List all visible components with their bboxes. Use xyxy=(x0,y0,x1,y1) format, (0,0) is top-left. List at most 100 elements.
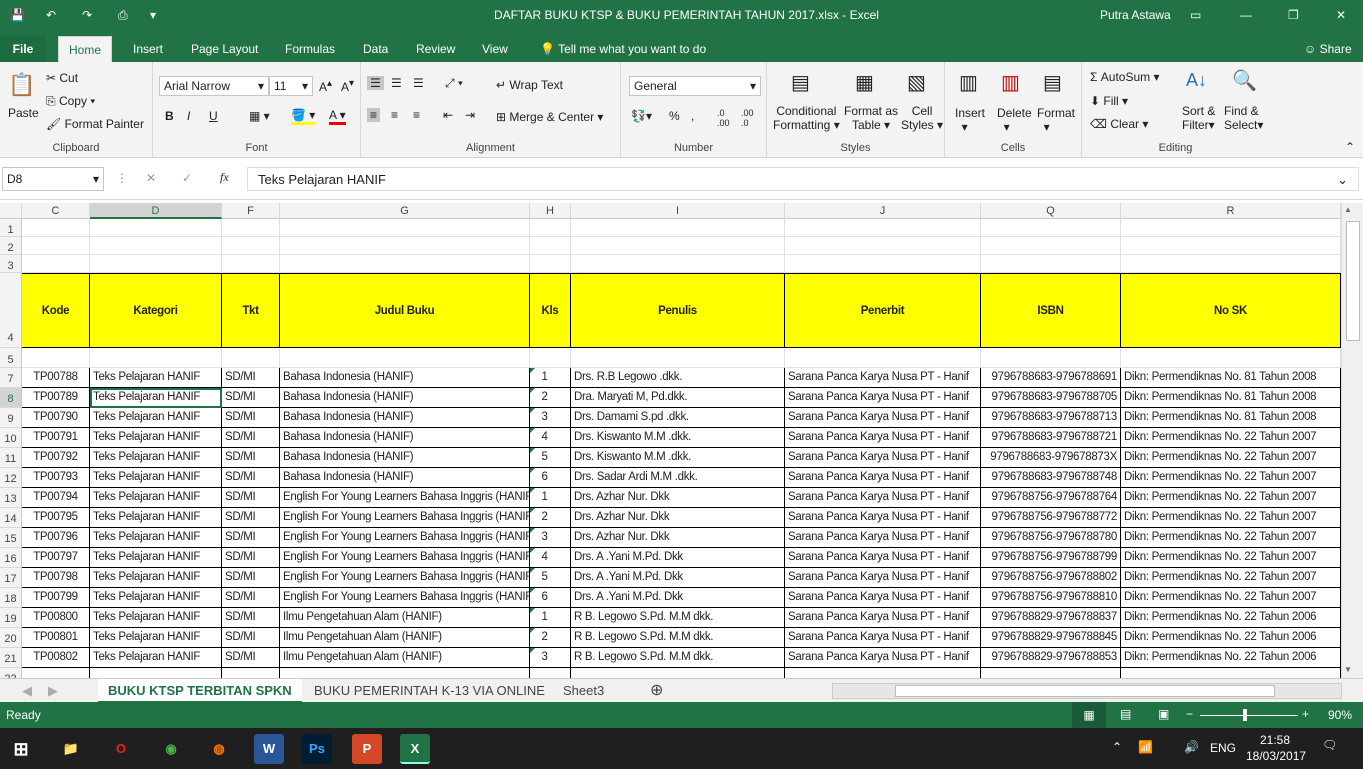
row-header-10[interactable]: 10 xyxy=(0,428,22,448)
header-cell[interactable]: Judul Buku xyxy=(280,273,530,348)
conditional-formatting-button[interactable]: Conditional Formatting ▾ xyxy=(773,104,840,132)
table-cell[interactable]: Sarana Panca Karya Nusa PT - Hanif xyxy=(785,508,981,528)
normal-view-icon[interactable]: ▦ xyxy=(1072,702,1106,728)
undo-icon[interactable]: ↶ xyxy=(46,8,56,22)
paste-button[interactable]: Paste xyxy=(8,106,39,120)
table-cell[interactable]: 9796788756-9796788772 xyxy=(981,508,1121,528)
increase-font-icon[interactable]: A▴ xyxy=(319,78,332,94)
table-cell[interactable]: SD/MI xyxy=(222,528,280,548)
cell[interactable] xyxy=(571,237,785,255)
table-cell[interactable]: Teks Pelajaran HANIF xyxy=(90,628,222,648)
cut-button[interactable]: ✂ Cut xyxy=(46,71,78,85)
comma-icon[interactable]: , xyxy=(691,109,694,123)
table-cell[interactable]: Dikn: Permendiknas No. 22 Tahun 2007 xyxy=(1121,508,1341,528)
table-cell[interactable]: 9796788829-9796788837 xyxy=(981,608,1121,628)
cell[interactable] xyxy=(785,255,981,273)
table-cell[interactable]: SD/MI xyxy=(222,488,280,508)
cell[interactable] xyxy=(530,219,571,237)
cell[interactable] xyxy=(1121,348,1341,368)
underline-button[interactable]: U xyxy=(209,109,218,123)
table-cell[interactable]: TP00801 xyxy=(22,628,90,648)
table-cell[interactable]: 3 xyxy=(530,408,571,428)
cell[interactable] xyxy=(22,348,90,368)
table-cell[interactable]: Sarana Panca Karya Nusa PT - Hanif xyxy=(785,588,981,608)
table-cell[interactable]: TP00790 xyxy=(22,408,90,428)
table-cell[interactable]: Teks Pelajaran HANIF xyxy=(90,368,222,388)
table-cell[interactable]: 5 xyxy=(530,568,571,588)
table-cell[interactable]: Teks Pelajaran HANIF xyxy=(90,468,222,488)
cell[interactable] xyxy=(280,237,530,255)
table-cell[interactable]: Sarana Panca Karya Nusa PT - Hanif xyxy=(785,628,981,648)
table-cell[interactable]: 1 xyxy=(530,368,571,388)
table-cell[interactable]: SD/MI xyxy=(222,648,280,668)
table-cell[interactable]: 6 xyxy=(530,588,571,608)
table-cell[interactable]: Ilmu Pengetahuan Alam (HANIF) xyxy=(280,608,530,628)
cell[interactable] xyxy=(571,255,785,273)
zoom-slider-thumb[interactable] xyxy=(1243,709,1247,721)
orientation-icon[interactable]: ⤢ ▾ xyxy=(445,76,463,91)
table-cell[interactable]: 9796788756-9796788810 xyxy=(981,588,1121,608)
table-cell[interactable]: English For Young Learners Bahasa Inggri… xyxy=(280,588,530,608)
delete-button[interactable]: Delete ▾ xyxy=(997,106,1032,134)
column-header-J[interactable]: J xyxy=(785,203,981,219)
row-header-3[interactable]: 3 xyxy=(0,255,22,273)
table-cell[interactable]: SD/MI xyxy=(222,608,280,628)
table-cell[interactable]: SD/MI xyxy=(222,408,280,428)
vertical-scroll-thumb[interactable] xyxy=(1346,221,1360,341)
redo-icon[interactable]: ↷ xyxy=(82,8,92,22)
table-cell[interactable]: Bahasa Indonesia (HANIF) xyxy=(280,448,530,468)
table-cell[interactable]: Teks Pelajaran HANIF xyxy=(90,548,222,568)
borders-icon[interactable]: ▦ ▾ xyxy=(249,109,270,123)
table-cell[interactable]: TP00789 xyxy=(22,388,90,408)
cell-styles-button[interactable]: Cell Styles ▾ xyxy=(901,104,943,132)
row-header-8[interactable]: 8 xyxy=(0,388,22,408)
row-header-18[interactable]: 18 xyxy=(0,588,22,608)
table-cell[interactable]: Drs. A .Yani M.Pd. Dkk xyxy=(571,588,785,608)
cell[interactable] xyxy=(280,348,530,368)
insert-button[interactable]: Insert ▾ xyxy=(955,106,985,134)
row-header-19[interactable]: 19 xyxy=(0,608,22,628)
cell[interactable] xyxy=(280,219,530,237)
tab-home[interactable]: Home xyxy=(58,36,113,62)
table-cell[interactable]: Dikn: Permendiknas No. 22 Tahun 2007 xyxy=(1121,468,1341,488)
table-cell[interactable]: English For Young Learners Bahasa Inggri… xyxy=(280,488,530,508)
table-cell[interactable] xyxy=(1121,668,1341,678)
table-cell[interactable] xyxy=(981,668,1121,678)
table-cell[interactable]: Sarana Panca Karya Nusa PT - Hanif xyxy=(785,448,981,468)
cell[interactable] xyxy=(981,348,1121,368)
cell[interactable] xyxy=(22,237,90,255)
cell[interactable] xyxy=(785,219,981,237)
ribbon-display-icon[interactable]: ▭ xyxy=(1190,8,1201,22)
file-explorer-icon[interactable]: 📁 xyxy=(56,734,86,764)
increase-decimal-icon[interactable]: .0.00 xyxy=(717,108,730,128)
cell[interactable] xyxy=(571,219,785,237)
sheet-tab-buku-pemerintah[interactable]: BUKU PEMERINTAH K-13 VIA ONLINE xyxy=(314,679,545,703)
network-icon[interactable]: 📶 xyxy=(1138,740,1153,754)
table-cell[interactable]: Sarana Panca Karya Nusa PT - Hanif xyxy=(785,608,981,628)
spreadsheet-grid[interactable]: C D F G H I J Q R 1 2 3 4 5 Kode Kategori Tkt Judul Buku K… xyxy=(0,203,1341,678)
table-cell[interactable]: Teks Pelajaran HANIF xyxy=(90,588,222,608)
table-cell[interactable]: Teks Pelajaran HANIF xyxy=(90,488,222,508)
table-cell[interactable]: Sarana Panca Karya Nusa PT - Hanif xyxy=(785,368,981,388)
row-header-9[interactable]: 9 xyxy=(0,408,22,428)
table-cell[interactable]: Dra. Maryati M, Pd.dkk. xyxy=(571,388,785,408)
minimize-icon[interactable]: — xyxy=(1240,8,1252,22)
row-header-4[interactable]: 4 xyxy=(0,273,22,348)
font-color-icon[interactable]: A ▾ xyxy=(329,108,346,125)
table-cell[interactable]: Dikn: Permendiknas No. 81 Tahun 2008 xyxy=(1121,388,1341,408)
header-cell[interactable]: No SK xyxy=(1121,273,1341,348)
table-cell[interactable]: Bahasa Indonesia (HANIF) xyxy=(280,428,530,448)
row-header-5[interactable]: 5 xyxy=(0,348,22,368)
font-name-select[interactable]: Arial Narrow ▾ xyxy=(159,76,269,96)
table-cell[interactable]: Sarana Panca Karya Nusa PT - Hanif xyxy=(785,648,981,668)
table-cell[interactable]: TP00799 xyxy=(22,588,90,608)
firefox-icon[interactable]: ◍ xyxy=(204,734,234,764)
cell[interactable] xyxy=(90,255,222,273)
collapse-ribbon-icon[interactable]: ⌃ xyxy=(1345,140,1355,154)
table-cell[interactable]: Dikn: Permendiknas No. 22 Tahun 2007 xyxy=(1121,548,1341,568)
column-header-G[interactable]: G xyxy=(280,203,530,219)
row-header-11[interactable]: 11 xyxy=(0,448,22,468)
table-cell[interactable]: SD/MI xyxy=(222,448,280,468)
format-painter-button[interactable]: 🖌 Format Painter xyxy=(46,117,144,131)
fill-button[interactable]: ⬇ Fill ▾ xyxy=(1090,94,1128,108)
